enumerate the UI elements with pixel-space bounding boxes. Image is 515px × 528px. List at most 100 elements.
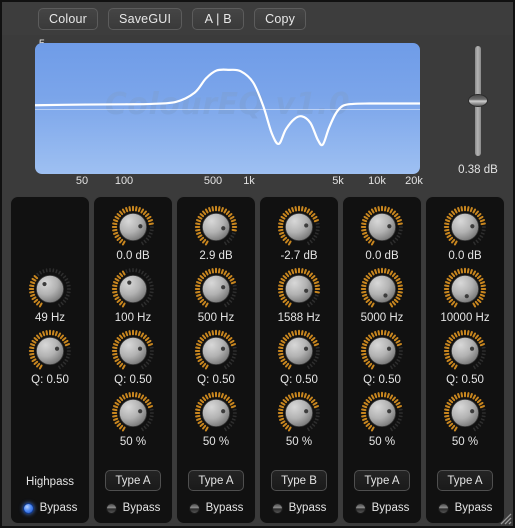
bypass-led-icon[interactable] bbox=[354, 502, 366, 514]
mix-knob-value: 50 % bbox=[368, 436, 396, 448]
bypass-toggle[interactable]: Bypass bbox=[437, 502, 493, 514]
gain-knob-cell: -2.7 dB bbox=[260, 205, 338, 267]
q-knob-value: Q: 0.50 bbox=[363, 374, 401, 386]
frequency-knob[interactable] bbox=[277, 267, 321, 311]
mix-knob-value: 50 % bbox=[451, 436, 479, 448]
frequency-knob[interactable] bbox=[28, 267, 72, 311]
bypass-label: Bypass bbox=[205, 502, 244, 514]
gain-knob-cell: 0.0 dB bbox=[426, 205, 504, 267]
gain-knob-value: 0.0 dB bbox=[365, 250, 399, 262]
eq-response-plot[interactable]: ColourEQ v1.0 bbox=[35, 43, 420, 174]
frequency-knob-value: 10000 Hz bbox=[440, 312, 490, 324]
mix-knob[interactable] bbox=[194, 391, 238, 435]
gain-knob[interactable] bbox=[443, 205, 487, 249]
resize-grip-icon[interactable] bbox=[496, 509, 512, 525]
bypass-led-icon[interactable] bbox=[188, 502, 200, 514]
ab-compare-button[interactable]: A | B bbox=[192, 7, 245, 30]
gain-knob[interactable] bbox=[277, 205, 321, 249]
mix-knob-cell: 50 % bbox=[343, 391, 421, 453]
q-knob-value: Q: 0.50 bbox=[31, 374, 69, 386]
x-axis: 50 100 500 1k 5k 10k 20k bbox=[2, 175, 513, 191]
filter-type-button[interactable]: Type A bbox=[437, 470, 493, 491]
gain-knob-value: 0.0 dB bbox=[116, 250, 150, 262]
q-knob[interactable] bbox=[360, 329, 404, 373]
band-strip: 49 Hz Q: 0.50 Highpass Bypass 0.0 dB 100 Hz Q:… bbox=[10, 196, 505, 524]
bypass-label: Bypass bbox=[288, 502, 327, 514]
slider-thumb[interactable] bbox=[468, 94, 488, 107]
frequency-knob-value: 5000 Hz bbox=[360, 312, 404, 324]
x-axis-tick: 50 bbox=[75, 175, 89, 187]
q-knob-value: Q: 0.50 bbox=[280, 374, 318, 386]
q-knob-cell: Q: 0.50 bbox=[177, 329, 255, 391]
q-knob-cell: Q: 0.50 bbox=[426, 329, 504, 391]
mix-knob[interactable] bbox=[111, 391, 155, 435]
band-2: 0.0 dB 100 Hz Q: 0.50 50 % Type A Bypass bbox=[93, 196, 173, 524]
frequency-knob-value: 100 Hz bbox=[114, 312, 152, 324]
frequency-knob-cell: 500 Hz bbox=[177, 267, 255, 329]
bypass-label: Bypass bbox=[371, 502, 410, 514]
q-knob-cell: Q: 0.50 bbox=[94, 329, 172, 391]
x-axis-tick: 5k bbox=[332, 175, 344, 187]
colour-button[interactable]: Colour bbox=[38, 7, 99, 30]
mix-knob[interactable] bbox=[360, 391, 404, 435]
frequency-knob-cell: 10000 Hz bbox=[426, 267, 504, 329]
gain-knob[interactable] bbox=[360, 205, 404, 249]
bypass-toggle[interactable]: Bypass bbox=[22, 502, 78, 514]
filter-mode-label: Highpass bbox=[26, 476, 74, 488]
gain-knob-cell: 0.0 dB bbox=[94, 205, 172, 267]
filter-type-button[interactable]: Type A bbox=[105, 470, 161, 491]
q-knob-value: Q: 0.50 bbox=[114, 374, 152, 386]
bypass-toggle[interactable]: Bypass bbox=[271, 502, 327, 514]
gain-knob-cell: 2.9 dB bbox=[177, 205, 255, 267]
bypass-led-icon[interactable] bbox=[22, 502, 34, 514]
graph-area: 5 0 -5 ColourEQ v1.0 501005001k5k10k20k bbox=[2, 35, 513, 191]
mix-knob-value: 50 % bbox=[202, 436, 230, 448]
frequency-knob-cell: 1588 Hz bbox=[260, 267, 338, 329]
x-axis-tick: 10k bbox=[368, 175, 386, 187]
q-knob[interactable] bbox=[194, 329, 238, 373]
bypass-toggle[interactable]: Bypass bbox=[354, 502, 410, 514]
bypass-label: Bypass bbox=[454, 502, 493, 514]
filter-type-button[interactable]: Type A bbox=[188, 470, 244, 491]
savegui-button[interactable]: SaveGUI bbox=[108, 7, 183, 30]
bypass-led-icon[interactable] bbox=[437, 502, 449, 514]
mix-knob-cell: 50 % bbox=[94, 391, 172, 453]
q-knob-value: Q: 0.50 bbox=[446, 374, 484, 386]
master-gain-slider[interactable]: 0.38 dB bbox=[457, 46, 499, 176]
frequency-knob[interactable] bbox=[194, 267, 238, 311]
toolbar: Colour SaveGUI A | B Copy bbox=[2, 2, 513, 35]
frequency-knob[interactable] bbox=[111, 267, 155, 311]
band-3: 2.9 dB 500 Hz Q: 0.50 50 % Type A Bypass bbox=[176, 196, 256, 524]
bypass-led-icon[interactable] bbox=[105, 502, 117, 514]
gain-knob[interactable] bbox=[111, 205, 155, 249]
q-knob[interactable] bbox=[28, 329, 72, 373]
x-axis-tick: 100 bbox=[114, 175, 134, 187]
frequency-knob-value: 500 Hz bbox=[197, 312, 235, 324]
frequency-knob[interactable] bbox=[360, 267, 404, 311]
bypass-label: Bypass bbox=[39, 502, 78, 514]
gain-knob[interactable] bbox=[194, 205, 238, 249]
band-4: -2.7 dB 1588 Hz Q: 0.50 50 % Type B Bypass bbox=[259, 196, 339, 524]
mix-knob-cell: 50 % bbox=[177, 391, 255, 453]
x-axis-tick: 20k bbox=[405, 175, 423, 187]
filter-type-button[interactable]: Type B bbox=[271, 470, 327, 491]
filter-type-button[interactable]: Type A bbox=[354, 470, 410, 491]
copy-button[interactable]: Copy bbox=[254, 7, 307, 30]
mix-knob[interactable] bbox=[277, 391, 321, 435]
gain-knob-value: -2.7 dB bbox=[280, 250, 318, 262]
mix-knob-cell: 50 % bbox=[426, 391, 504, 453]
mix-knob-value: 50 % bbox=[285, 436, 313, 448]
bypass-toggle[interactable]: Bypass bbox=[188, 502, 244, 514]
bypass-toggle[interactable]: Bypass bbox=[105, 502, 160, 514]
q-knob[interactable] bbox=[111, 329, 155, 373]
eq-curve bbox=[35, 68, 420, 147]
q-knob[interactable] bbox=[277, 329, 321, 373]
q-knob[interactable] bbox=[443, 329, 487, 373]
frequency-knob-value: 49 Hz bbox=[34, 312, 66, 324]
mix-knob-cell: 50 % bbox=[260, 391, 338, 453]
frequency-knob-cell: 49 Hz bbox=[11, 267, 89, 329]
frequency-knob[interactable] bbox=[443, 267, 487, 311]
mix-knob[interactable] bbox=[443, 391, 487, 435]
frequency-knob-cell: 5000 Hz bbox=[343, 267, 421, 329]
bypass-led-icon[interactable] bbox=[271, 502, 283, 514]
